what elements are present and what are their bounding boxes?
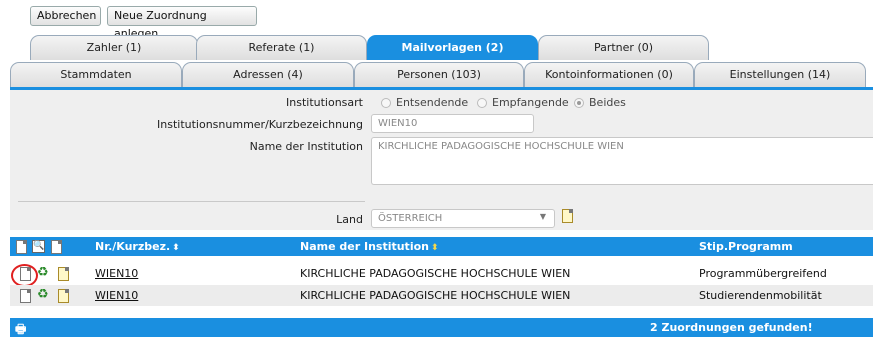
radio-beides[interactable] (574, 98, 584, 108)
note-icon[interactable] (58, 289, 69, 303)
column-nr-label: Nr./Kurzbez. (95, 240, 171, 253)
row-nr-link[interactable]: WIEN10 (95, 267, 138, 280)
column-name-label: Name der Institution (300, 240, 429, 253)
name-institution-label: Name der Institution (249, 140, 363, 153)
row-nr[interactable]: WIEN10 (95, 267, 138, 280)
new-assignment-button[interactable]: Neue Zuordnung anlegen (107, 6, 257, 40)
recycle-bin-icon[interactable]: ♻ (37, 288, 51, 302)
table-footer: 🖶 2 Zuordnungen gefunden! (10, 318, 873, 337)
land-select-value: ÖSTERREICH (378, 213, 443, 224)
column-name[interactable]: Name der Institution ⬍ (300, 240, 439, 253)
cancel-button[interactable]: Abbrechen (30, 6, 101, 26)
search-document-icon[interactable]: 🔍 (32, 240, 45, 253)
row-programm: Programmübergreifend (699, 267, 827, 280)
land-label: Land (336, 213, 363, 226)
radio-entsendende-label: Entsendende (396, 96, 469, 109)
recycle-bin-icon[interactable]: ♻ (37, 266, 51, 280)
tab-mailvorlagen[interactable]: Mailvorlagen (2) (367, 35, 538, 60)
column-programm[interactable]: Stip.Programm (699, 240, 793, 253)
institutionsart-label: Institutionsart (286, 96, 363, 109)
table-header: 🔍 Nr./Kurzbez. ⬍ Name der Institution ⬍ St… (10, 237, 873, 256)
column-nr[interactable]: Nr./Kurzbez. ⬍ (95, 240, 180, 253)
tab-adressen[interactable]: Adressen (4) (182, 62, 354, 87)
sort-icon: ⬍ (430, 243, 439, 253)
row-nr-link[interactable]: WIEN10 (95, 289, 138, 302)
radio-entsendende[interactable] (381, 98, 391, 108)
row-nr[interactable]: WIEN10 (95, 289, 138, 302)
sort-icon: ⬍ (172, 243, 180, 253)
radio-empfangende[interactable] (477, 98, 487, 108)
tab-einstellungen[interactable]: Einstellungen (14) (694, 62, 866, 87)
new-document-icon[interactable] (16, 240, 27, 254)
tab-stammdaten[interactable]: Stammdaten (10, 62, 182, 87)
name-institution-input[interactable]: KIRCHLICHE PADAGOGISCHE HOCHSCHULE WIEN (371, 137, 873, 185)
institutionsnummer-input[interactable]: WIEN10 (371, 114, 534, 133)
table-row[interactable]: ♻ WIEN10 KIRCHLICHE PADAGOGISCHE HOCHSCH… (10, 263, 873, 284)
radio-empfangende-label: Empfangende (492, 96, 569, 109)
note-icon[interactable] (562, 209, 573, 223)
radio-beides-label: Beides (589, 96, 626, 109)
tab-personen[interactable]: Personen (103) (354, 62, 524, 87)
row-name: KIRCHLICHE PADAGOGISCHE HOCHSCHULE WIEN (300, 267, 571, 280)
tab-zahler[interactable]: Zahler (1) (30, 35, 198, 60)
institutionsnummer-label: Institutionsnummer/Kurzbezeichnung (157, 118, 363, 131)
annotation-circle (11, 264, 38, 287)
tab-kontoinformationen[interactable]: Kontoinformationen (0) (524, 62, 694, 87)
tab-referate[interactable]: Referate (1) (196, 35, 367, 60)
document-icon[interactable] (51, 240, 62, 254)
note-icon[interactable] (58, 267, 69, 281)
edit-document-icon[interactable] (20, 289, 31, 303)
institution-form: Institutionsart Entsendende Empfangende … (10, 90, 873, 230)
divider (18, 201, 365, 202)
chevron-down-icon: ▼ (539, 212, 546, 221)
table-row[interactable]: ♻ WIEN10 KIRCHLICHE PADAGOGISCHE HOCHSCH… (10, 285, 873, 306)
result-count: 2 Zuordnungen gefunden! (650, 321, 813, 334)
land-select[interactable]: ÖSTERREICH ▼ (371, 209, 555, 228)
row-programm: Studierendenmobilität (699, 289, 822, 302)
tab-partner[interactable]: Partner (0) (538, 35, 709, 60)
row-name: KIRCHLICHE PADAGOGISCHE HOCHSCHULE WIEN (300, 289, 571, 302)
print-icon[interactable]: 🖶 (15, 320, 26, 341)
